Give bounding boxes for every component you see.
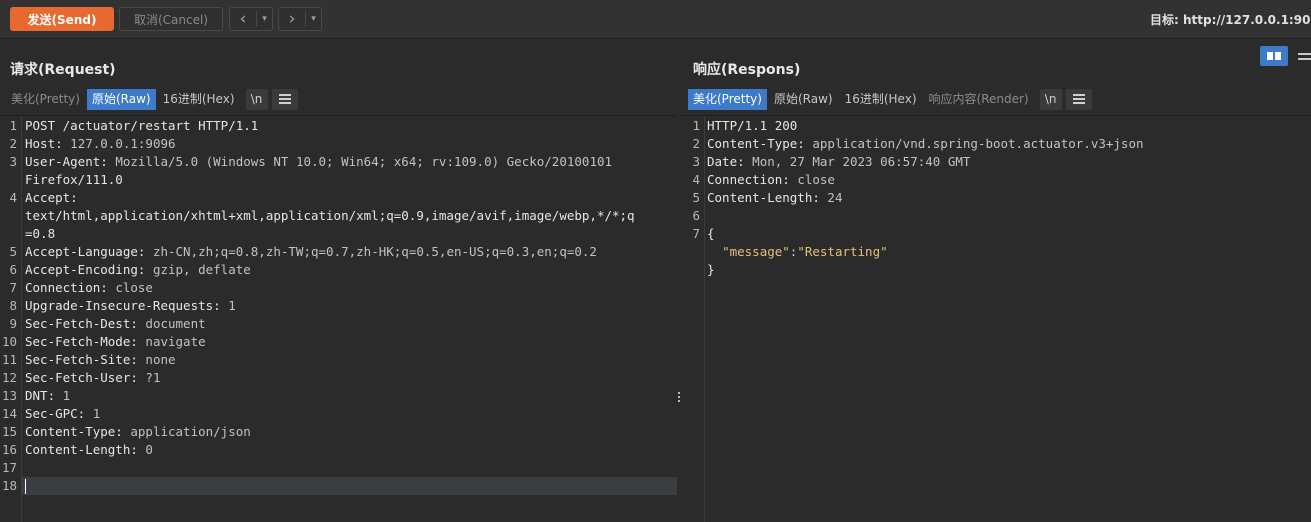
menu-icon[interactable]: [1065, 88, 1092, 110]
line-number: 15: [1, 424, 17, 439]
line-number: 1: [692, 118, 700, 133]
response-tab[interactable]: 16进制(Hex): [840, 89, 922, 110]
line-number: 14: [1, 406, 17, 421]
line-number: 9: [9, 316, 17, 331]
split-view-toggle-icon[interactable]: [1260, 46, 1288, 66]
line-number: 6: [9, 262, 17, 277]
code-line: }: [707, 262, 715, 277]
line-number: 1: [9, 118, 17, 133]
line-number: 2: [9, 136, 17, 151]
code-line: User-Agent: Mozilla/5.0 (Windows NT 10.0…: [25, 154, 613, 169]
code-line: [22, 477, 677, 495]
code-line: Accept-Encoding: gzip, deflate: [25, 262, 251, 277]
history-forward-button[interactable]: › ▾: [278, 7, 322, 31]
code-line: POST /actuator/restart HTTP/1.1: [25, 118, 259, 133]
code-line: "message":"Restarting": [722, 244, 888, 259]
line-number: 4: [9, 190, 17, 205]
cancel-button[interactable]: 取消(Cancel): [119, 7, 223, 31]
code-line: Connection: close: [25, 280, 153, 295]
code-line: Content-Type: application/vnd.spring-boo…: [707, 136, 1144, 151]
code-line: Sec-Fetch-Dest: document: [25, 316, 206, 331]
line-number: 7: [9, 280, 17, 295]
request-newline-toggle[interactable]: \n: [245, 88, 268, 110]
menu-icon[interactable]: [271, 88, 298, 110]
line-number: 3: [692, 154, 700, 169]
code-line: Sec-GPC: 1: [25, 406, 101, 421]
request-gutter: 1 2 3 4 5 6 7 8 9 10 11 12 13 14 15 16 17 18: [0, 116, 22, 522]
response-tab[interactable]: 原始(Raw): [769, 89, 838, 110]
code-line: Sec-Fetch-Mode: navigate: [25, 334, 206, 349]
response-gutter: 1 2 3 4 5 6 7: [681, 116, 705, 522]
line-number: 2: [692, 136, 700, 151]
chevron-right-icon: ›: [288, 9, 296, 29]
code-line: {: [707, 226, 715, 241]
line-number: 11: [1, 352, 17, 367]
line-number: 5: [692, 190, 700, 205]
splitter-grip-icon[interactable]: [678, 392, 680, 402]
chevron-down-icon[interactable]: ▾: [306, 14, 321, 24]
line-number: 13: [1, 388, 17, 403]
line-number: 4: [692, 172, 700, 187]
request-tab[interactable]: 16进制(Hex): [158, 89, 240, 110]
code-line: Sec-Fetch-Site: none: [25, 352, 176, 367]
response-tab[interactable]: 美化(Pretty): [688, 88, 767, 110]
line-number: 3: [9, 154, 17, 169]
code-line: Connection: close: [707, 172, 835, 187]
code-line: Firefox/111.0: [25, 172, 123, 187]
response-tabs: 美化(Pretty) 原始(Raw) 16进制(Hex) 响应内容(Render) \n: [688, 88, 1094, 110]
line-number: 6: [692, 208, 700, 223]
response-pane-title: 响应(Respons): [693, 62, 801, 78]
history-back-button[interactable]: ‹ ▾: [229, 7, 273, 31]
stacked-view-toggle-icon[interactable]: [1294, 46, 1311, 66]
code-line: Accept:: [25, 190, 78, 205]
target-label[interactable]: 目标: http://127.0.0.1:9096: [1150, 11, 1311, 28]
code-line: Sec-Fetch-User: ?1: [25, 370, 161, 385]
request-tab[interactable]: 美化(Pretty): [6, 89, 85, 110]
code-line: HTTP/1.1 200: [707, 118, 798, 133]
response-editor[interactable]: 1 2 3 4 5 6 7 HTTP/1.1 200 Content-Type: applic…: [681, 115, 1311, 522]
line-number: 17: [1, 460, 17, 475]
chevron-left-icon: ‹: [239, 9, 247, 29]
code-line: Upgrade-Insecure-Requests: 1: [25, 298, 236, 313]
request-tabs: 美化(Pretty) 原始(Raw) 16进制(Hex) \n: [6, 88, 300, 110]
line-number: 10: [1, 334, 17, 349]
top-toolbar: 发送(Send) 取消(Cancel) ‹ ▾ › ▾ 目标: http://1…: [0, 0, 1311, 39]
response-newline-toggle[interactable]: \n: [1039, 88, 1062, 110]
request-editor[interactable]: 1 2 3 4 5 6 7 8 9 10 11 12 13 14 15 16 17 18 POST /actuat…: [0, 115, 677, 522]
code-line: Host: 127.0.0.1:9096: [25, 136, 176, 151]
code-line: text/html,application/xhtml+xml,applicat…: [25, 208, 635, 223]
code-line: DNT: 1: [25, 388, 71, 403]
request-pane-title: 请求(Request): [10, 62, 116, 78]
request-code[interactable]: POST /actuator/restart HTTP/1.1 Host: 127…: [22, 117, 677, 495]
code-line: Date: Mon, 27 Mar 2023 06:57:40 GMT: [707, 154, 971, 169]
code-line: Content-Length: 24: [707, 190, 843, 205]
code-line: =0.8: [25, 226, 56, 241]
text-caret: [25, 479, 26, 494]
line-number: 18: [1, 478, 17, 493]
chevron-down-icon[interactable]: ▾: [257, 14, 272, 24]
line-number: 12: [1, 370, 17, 385]
line-number: 16: [1, 442, 17, 457]
response-code[interactable]: HTTP/1.1 200 Content-Type: application/vn…: [707, 117, 1311, 279]
code-line: Content-Type: application/json: [25, 424, 251, 439]
line-number: 8: [9, 298, 17, 313]
code-line: Accept-Language: zh-CN,zh;q=0.8,zh-TW;q=…: [25, 244, 597, 259]
send-button[interactable]: 发送(Send): [10, 7, 114, 31]
response-tab[interactable]: 响应内容(Render): [924, 89, 1034, 110]
code-line: Content-Length: 0: [25, 442, 153, 457]
request-tab[interactable]: 原始(Raw): [86, 88, 156, 110]
line-number: 5: [9, 244, 17, 259]
line-number: 7: [692, 226, 700, 241]
